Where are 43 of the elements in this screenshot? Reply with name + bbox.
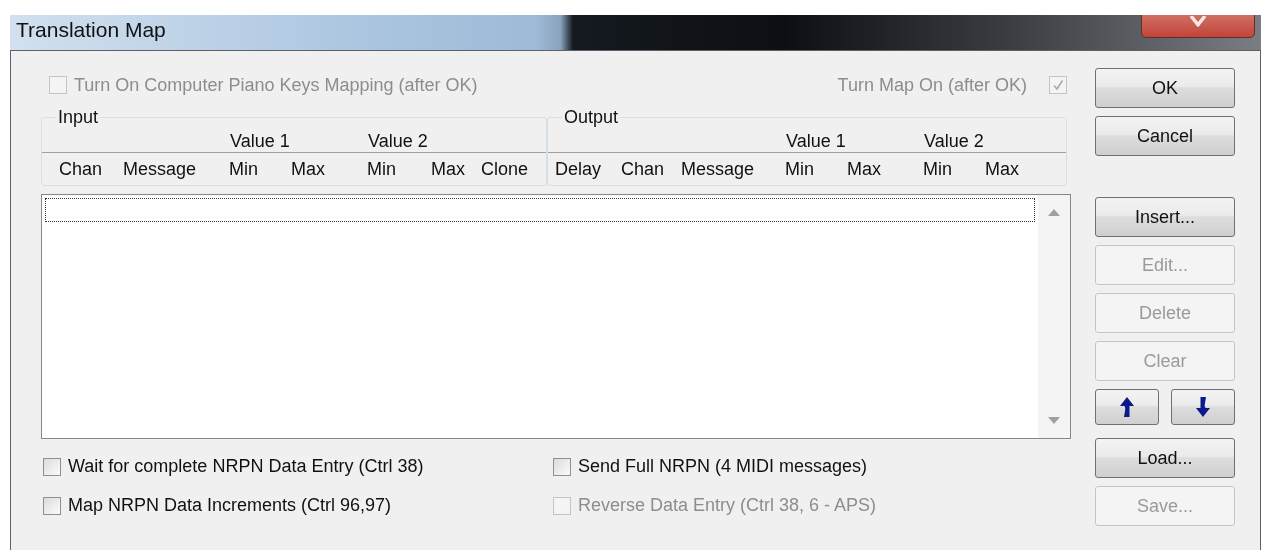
column-header: Chan xyxy=(621,158,666,180)
column-header: Max xyxy=(291,158,326,180)
column-header: Max xyxy=(431,158,466,180)
column-header: Min xyxy=(923,158,953,180)
column-header: Min xyxy=(367,158,397,180)
column-header: Max xyxy=(847,158,882,180)
column-group-header: Value 1 xyxy=(229,131,291,152)
move-up-button[interactable] xyxy=(1095,389,1159,425)
window-title: Translation Map xyxy=(15,18,166,43)
checkbox[interactable] xyxy=(43,496,61,515)
dialog-button[interactable]: Cancel xyxy=(1095,116,1235,156)
checkbox[interactable] xyxy=(553,457,571,476)
group-title: Input xyxy=(57,108,100,126)
option-text: Map NRPN Data Increments (Ctrl 96,97) xyxy=(68,495,392,516)
group-title: Output xyxy=(563,108,620,126)
scrollbar[interactable] xyxy=(1038,195,1070,438)
dialog-button[interactable]: OK xyxy=(1095,68,1235,108)
column-group-header: Value 1 xyxy=(785,131,847,152)
column-header: Clone xyxy=(481,158,530,180)
move-down-button[interactable] xyxy=(1171,389,1235,425)
column-header: Max xyxy=(985,158,1020,180)
up-arrow-icon xyxy=(1119,396,1135,418)
column-header: Delay xyxy=(555,158,603,180)
down-arrow-icon xyxy=(1195,396,1211,418)
close-icon xyxy=(1188,16,1208,30)
scroll-down-icon xyxy=(1048,417,1060,424)
column-header: Min xyxy=(785,158,815,180)
column-header: Message xyxy=(681,158,756,180)
option-text: Send Full NRPN (4 MIDI messages) xyxy=(578,456,868,477)
dialog-button[interactable]: Insert... xyxy=(1095,197,1235,237)
option-text: Turn On Computer Piano Keys Mapping (after OK) xyxy=(74,74,478,96)
option-text: Wait for complete NRPN Data Entry (Ctrl 38) xyxy=(68,456,424,477)
column-header: Chan xyxy=(59,158,104,180)
option-text: Turn Map On (after OK) xyxy=(837,74,1027,96)
scroll-up-icon xyxy=(1048,209,1060,216)
checkbox[interactable] xyxy=(43,457,61,476)
column-header: Min xyxy=(229,158,259,180)
column-group-header: Value 2 xyxy=(923,131,985,152)
check-icon xyxy=(1052,79,1064,91)
option-text: Reverse Data Entry (Ctrl 38, 6 - APS) xyxy=(578,495,877,516)
dialog-button[interactable]: Load... xyxy=(1095,438,1235,478)
column-header: Message xyxy=(123,158,198,180)
column-group-header: Value 2 xyxy=(367,131,429,152)
